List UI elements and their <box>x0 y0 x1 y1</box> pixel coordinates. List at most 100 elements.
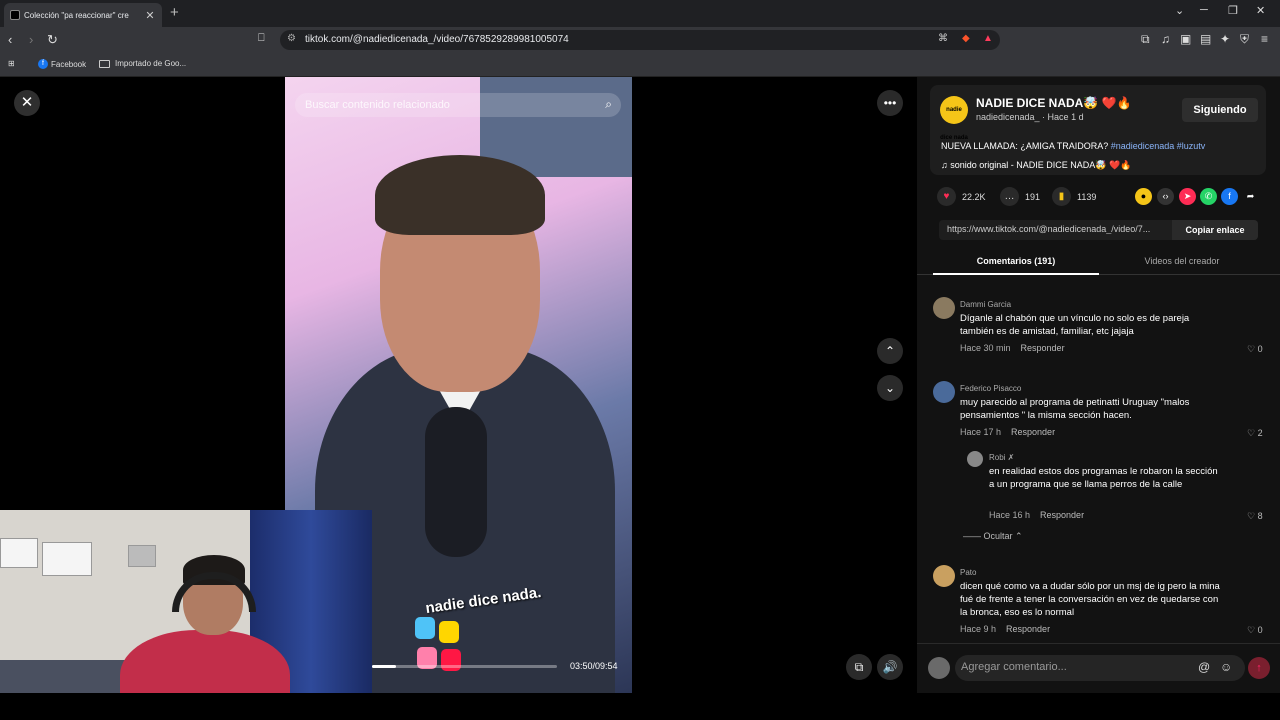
avatar[interactable] <box>933 297 955 319</box>
close-tab-icon[interactable]: ✕ <box>144 9 156 22</box>
back-icon[interactable]: ‹ <box>8 32 12 47</box>
coin-icon[interactable]: ● <box>1135 188 1152 205</box>
minimize-button[interactable]: ─ <box>1200 4 1208 16</box>
chevron-down-icon[interactable]: ⌄ <box>1175 4 1184 17</box>
comment-text: muy parecido al programa de petinatti Ur… <box>960 397 1190 421</box>
menu-icon[interactable]: ≡ <box>1261 32 1268 46</box>
author-handle[interactable]: nadiedicenada_ · Hace 1 d <box>976 112 1084 122</box>
bookmarks-bar: ⊞ f Facebook Importado de Goo... <box>0 53 1280 77</box>
copy-link-button[interactable]: Copiar enlace <box>1172 220 1258 240</box>
logo-blocks <box>415 617 467 677</box>
close-viewer-button[interactable]: ✕ <box>14 90 40 116</box>
comment-author[interactable]: Robi ✗ <box>989 453 1014 462</box>
comment-author[interactable]: Dammi Garcia <box>960 300 1011 309</box>
hide-replies-button[interactable]: —— Ocultar ⌃ <box>963 531 1023 542</box>
author-avatar[interactable]: nadie dice nada <box>940 96 968 141</box>
comment-like-count: 0 <box>1257 344 1263 354</box>
translate-icon[interactable]: ⌘ <box>938 33 948 44</box>
floating-player-button[interactable]: ⧉ <box>846 654 872 680</box>
sound-link[interactable]: ♫ sonido original - NADIE DICE NADA🤯 ❤️🔥 <box>941 160 1131 171</box>
comment-time: Hace 9 h <box>960 624 997 634</box>
comment-like-button[interactable]: ♡ 2 <box>1247 428 1263 439</box>
comment-author[interactable]: Federico Pisacco <box>960 384 1021 393</box>
comment-placeholder: Agregar comentario... <box>961 661 1067 673</box>
comment-like-button[interactable]: ♡ 0 <box>1247 344 1263 355</box>
reply-button[interactable]: Responder <box>1040 510 1084 520</box>
heart-outline-icon: ♡ <box>1247 625 1256 635</box>
related-search-input[interactable]: Buscar contenido relacionado ⌕ <box>295 93 621 117</box>
bottom-strip <box>0 693 1280 720</box>
bookmark-icon[interactable]: ⎕ <box>258 32 265 45</box>
save-button[interactable]: ▮ 1139 <box>1052 187 1096 206</box>
post-comment-button[interactable]: ↑ <box>1248 657 1270 679</box>
avatar <box>928 657 950 679</box>
close-window-button[interactable]: ✕ <box>1256 4 1265 17</box>
comment-like-button[interactable]: ♡ 8 <box>1247 511 1263 522</box>
chevron-up-icon: ⌃ <box>1015 531 1023 541</box>
logo-block <box>415 617 435 639</box>
bookmark-facebook[interactable]: f Facebook <box>38 59 86 69</box>
mention-icon[interactable]: @ <box>1198 660 1210 674</box>
reply-button[interactable]: Responder <box>1006 624 1050 634</box>
author-name[interactable]: NADIE DICE NADA🤯 ❤️🔥 <box>976 96 1132 110</box>
share-arrow-icon[interactable]: ➦ <box>1242 188 1259 205</box>
emoji-icon[interactable]: ☺ <box>1220 660 1232 674</box>
reply-button[interactable]: Responder <box>1021 343 1065 353</box>
tab-comments[interactable]: Comentarios (191) <box>933 256 1099 266</box>
comment-input[interactable]: Agregar comentario... @ ☺ <box>955 655 1245 681</box>
wallet-icon[interactable]: ▤ <box>1200 32 1211 46</box>
comment-like-button[interactable]: ♡ 0 <box>1247 625 1263 636</box>
url-text[interactable]: tiktok.com/@nadiedicenada_/video/7678529… <box>305 34 569 45</box>
folder-icon <box>99 59 110 68</box>
apps-icon[interactable]: ⊞ <box>8 59 15 68</box>
comment-like-count: 0 <box>1257 625 1263 635</box>
share-link[interactable]: https://www.tiktok.com/@nadiedicenada_/v… <box>947 224 1171 234</box>
whatsapp-icon[interactable]: ✆ <box>1200 188 1217 205</box>
comment-author[interactable]: Pato <box>960 568 976 577</box>
like-button[interactable]: ♥ 22.2K <box>937 187 986 206</box>
logo-block <box>439 621 459 643</box>
more-options-button[interactable]: ••• <box>877 90 903 116</box>
leo-icon[interactable]: ✦ <box>1220 32 1230 46</box>
avatar[interactable] <box>933 565 955 587</box>
browser-tab[interactable]: Colección "pa reaccionar" cre ✕ <box>4 3 162 27</box>
video-progress-fill <box>372 665 397 668</box>
forward-icon[interactable]: › <box>29 32 33 47</box>
bookmark-icon: ▮ <box>1052 187 1071 206</box>
reload-icon[interactable]: ↻ <box>47 32 58 48</box>
next-video-button[interactable]: ⌄ <box>877 375 903 401</box>
tab-title: Colección "pa reaccionar" cre <box>24 10 129 20</box>
brave-shield-icon[interactable]: ◆ <box>962 33 970 44</box>
send-icon[interactable]: ➤ <box>1179 188 1196 205</box>
comment-composer: Agregar comentario... @ ☺ ↑ <box>917 643 1280 693</box>
embed-icon[interactable]: ‹› <box>1157 188 1174 205</box>
search-icon[interactable]: ⌕ <box>605 97 612 112</box>
maximize-button[interactable]: ❐ <box>1228 4 1238 17</box>
brave-rewards-icon[interactable]: ▲ <box>983 33 993 44</box>
facebook-icon[interactable]: f <box>1221 188 1238 205</box>
sidebar-icon[interactable]: ▣ <box>1180 32 1191 46</box>
comment-meta: Hace 9 h Responder <box>960 624 1050 634</box>
music-icon[interactable]: ♫ <box>1161 32 1170 46</box>
avatar[interactable] <box>933 381 955 403</box>
vpn-icon[interactable]: ⛨ <box>1240 32 1249 47</box>
comment-icon: … <box>1000 187 1019 206</box>
volume-button[interactable]: 🔊 <box>877 654 903 680</box>
bookmark-imported-folder[interactable]: Importado de Goo... <box>99 59 186 68</box>
video-progress-bar[interactable] <box>372 665 557 668</box>
reply-button[interactable]: Responder <box>1011 427 1055 437</box>
details-panel: nadie dice nada NADIE DICE NADA🤯 ❤️🔥 nad… <box>917 77 1280 693</box>
comment-meta: Hace 17 h Responder <box>960 427 1055 437</box>
previous-video-button[interactable]: ⌃ <box>877 338 903 364</box>
bookmark-label: Facebook <box>51 59 87 69</box>
hashtags[interactable]: #nadiedicenada #luzutv <box>1111 141 1206 151</box>
wall-picture <box>0 538 38 568</box>
tab-creator-videos[interactable]: Videos del creador <box>1099 256 1265 266</box>
avatar[interactable] <box>967 451 983 467</box>
extensions-icon[interactable]: ⧉ <box>1141 32 1150 47</box>
new-tab-button[interactable]: + <box>170 4 179 21</box>
address-bar[interactable]: ⚙ tiktok.com/@nadiedicenada_/video/76785… <box>280 30 1000 50</box>
site-info-icon[interactable]: ⚙ <box>287 33 296 44</box>
comment-button[interactable]: … 191 <box>1000 187 1040 206</box>
following-button[interactable]: Siguiendo <box>1182 98 1258 122</box>
